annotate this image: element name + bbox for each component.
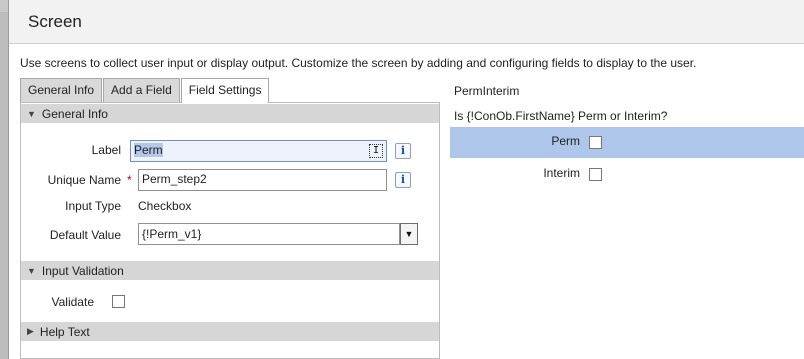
tab-general-info[interactable]: General Info <box>20 78 103 102</box>
field-settings-body: ▼ General Info Label Perm I i Unique Nam… <box>20 102 440 359</box>
chevron-down-icon[interactable]: ▼ <box>400 223 418 245</box>
preview-interim-label: Interim <box>543 166 580 180</box>
text-cursor-icon: I <box>369 144 383 158</box>
section-title: Help Text <box>39 324 90 339</box>
default-value-selected: {!Perm_v1} <box>142 227 202 241</box>
preview-perm-checkbox[interactable] <box>589 136 602 149</box>
info-icon[interactable]: i <box>395 172 411 188</box>
required-marker: * <box>127 173 132 187</box>
label-input-value: Perm <box>134 143 163 157</box>
triangle-down-icon: ▼ <box>27 108 36 119</box>
dialog-description: Use screens to collect user input or dis… <box>20 56 697 70</box>
validate-label: Validate <box>51 295 94 309</box>
preview-perm-label: Perm <box>551 134 580 148</box>
section-title: General Info <box>41 106 108 121</box>
dialog-header: Screen <box>9 0 804 44</box>
triangle-down-icon: ▼ <box>27 265 36 276</box>
input-type-value: Checkbox <box>138 199 192 213</box>
section-title: Input Validation <box>41 263 124 278</box>
preview-interim-checkbox[interactable] <box>589 168 602 181</box>
section-header-input-validation[interactable]: ▼ Input Validation <box>21 261 439 280</box>
triangle-right-icon: ▶ <box>27 326 34 336</box>
screen-dialog: Screen Use screens to collect user input… <box>8 0 804 359</box>
section-header-general-info[interactable]: ▼ General Info <box>21 104 439 123</box>
info-icon[interactable]: i <box>395 143 411 159</box>
default-value-label: Default Value <box>49 228 121 242</box>
section-header-help-text[interactable]: ▶ Help Text <box>21 322 439 341</box>
properties-panel: General Info Add a Field Field Settings … <box>20 78 440 359</box>
default-value-select[interactable]: {!Perm_v1} <box>138 223 400 245</box>
unique-name-label: Unique Name <box>47 173 121 187</box>
unique-name-input[interactable]: Perm_step2 <box>138 169 387 191</box>
preview-screen-name: PermInterim <box>454 84 520 98</box>
tab-add-a-field[interactable]: Add a Field <box>103 78 180 102</box>
label-input[interactable]: Perm I <box>130 140 387 162</box>
validate-checkbox[interactable] <box>112 295 125 308</box>
input-type-label: Input Type <box>65 199 121 213</box>
tab-bar: General Info Add a Field Field Settings <box>20 78 270 103</box>
dialog-title: Screen <box>28 11 82 31</box>
tab-field-settings[interactable]: Field Settings <box>180 78 270 103</box>
unique-name-value: Perm_step2 <box>142 172 207 186</box>
preview-question-text: Is {!ConOb.FirstName} Perm or Interim? <box>454 109 668 123</box>
label-field-label: Label <box>91 143 121 157</box>
